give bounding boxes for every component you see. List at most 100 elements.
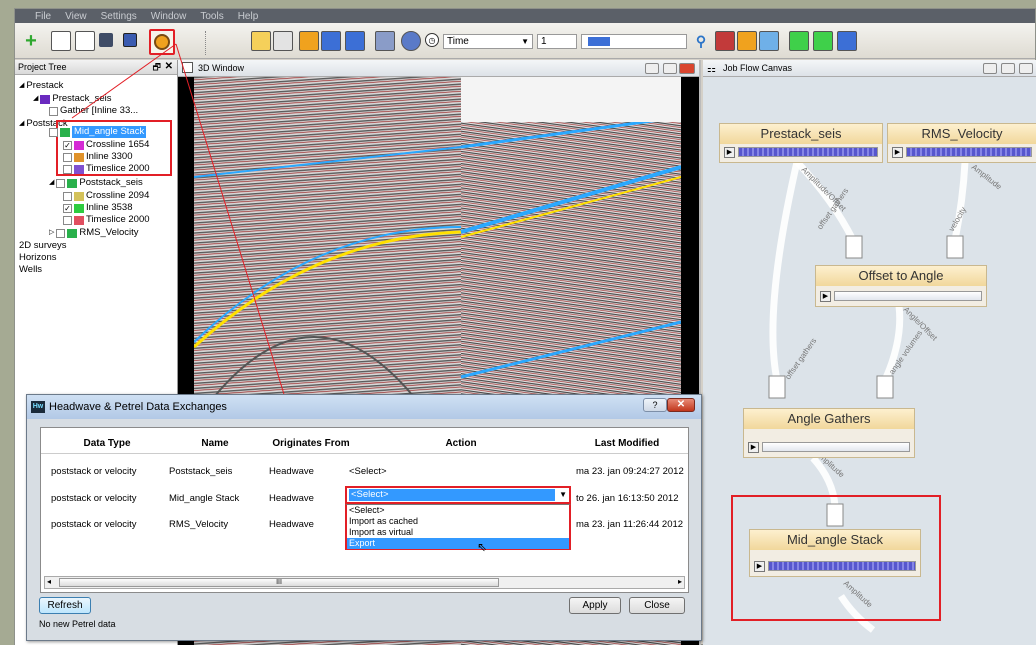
tree-item-gather[interactable]: Gather [Inline 33... [49,105,138,117]
action-select[interactable]: <Select> ▼ [345,486,571,504]
open-file-icon[interactable] [75,31,95,51]
tree-item-crossline-2094[interactable]: Crossline 2094 [63,190,149,202]
close-icon[interactable]: ✕ [667,398,695,412]
checkbox[interactable] [49,106,58,116]
dropdown-option-select[interactable]: <Select> [347,505,569,516]
cell-name: Mid_angle Stack [169,493,240,504]
green-cube-icon[interactable] [789,31,809,51]
job-flow-canvas[interactable]: ⚏ Job Flow Canvas Amplitude/Offset offse… [703,60,1036,645]
tree-item-timeslice-2000[interactable]: Timeslice 2000 [63,163,150,175]
tree-item-prestack-seis[interactable]: ◢ Prestack_seis [33,93,112,105]
dropdown-option-import-cached[interactable]: Import as cached [347,516,569,527]
blue-cube-icon[interactable] [837,31,857,51]
checkbox[interactable] [56,228,66,238]
play-icon[interactable]: ▶ [748,441,759,453]
collapse-icon[interactable]: ▷ [49,227,54,239]
minimize-button[interactable] [645,63,659,74]
timeslice-icon [74,215,84,225]
tree-item-poststack-seis[interactable]: ◢ Poststack_seis [49,177,143,189]
layers-icon[interactable] [345,31,365,51]
colorbar-icon[interactable] [715,31,735,51]
column-header-data-type[interactable]: Data Type [51,438,163,449]
screenshot-icon[interactable] [123,33,137,47]
node-offset-to-angle[interactable]: Offset to Angle ▶ [815,265,987,307]
pattern-icon[interactable] [273,31,293,51]
expand-icon[interactable]: ◢ [33,93,38,105]
slider-thumb[interactable] [588,37,610,46]
close-button[interactable]: Close [629,597,685,614]
node-rms-velocity[interactable]: RMS_Velocity ▶ [887,123,1036,163]
refresh-button[interactable]: Refresh [39,597,91,614]
checkbox[interactable] [63,191,72,201]
expand-icon[interactable]: ◢ [19,118,24,130]
checkbox[interactable] [63,215,72,225]
play-icon[interactable]: ▶ [754,560,765,572]
tree-item-inline-3300[interactable]: Inline 3300 [63,151,132,163]
window-icon [182,62,193,73]
scrollbar-thumb[interactable]: III [59,578,499,587]
menu-tools[interactable]: Tools [200,11,223,22]
add-icon[interactable]: + [21,30,41,52]
column-header-name[interactable]: Name [165,438,265,449]
green-grid-icon[interactable] [813,31,833,51]
checkbox-checked[interactable]: ✓ [63,203,72,213]
checkbox[interactable] [49,127,58,137]
column-header-action[interactable]: Action [341,438,581,449]
scroll-left-icon[interactable]: ◂ [47,577,51,586]
tree-item-mid-angle-stack[interactable]: Mid_angle Stack [49,126,147,138]
tree-item-prestack[interactable]: ◢ Prestack [19,80,63,92]
scroll-right-icon[interactable]: ▸ [678,577,682,586]
apply-button[interactable]: Apply [569,597,621,614]
crossline-icon [74,140,84,150]
checkbox[interactable] [63,164,72,174]
camera-icon[interactable] [375,31,395,51]
cell-action[interactable]: <Select> [349,466,387,477]
petrel-exchange-button[interactable] [149,29,175,55]
tree-item-horizons[interactable]: Horizons [19,252,57,264]
node-prestack-seis[interactable]: Prestack_seis ▶ [719,123,883,163]
expand-icon[interactable]: ◢ [19,80,24,92]
help-button[interactable]: ? [643,398,667,412]
tree-item-rms-velocity[interactable]: ▷ RMS_Velocity [49,227,139,239]
play-icon[interactable]: ▶ [724,146,735,158]
frame-input[interactable]: 1 [537,34,577,49]
play-icon[interactable]: ▶ [892,146,903,158]
grid-icon[interactable] [251,31,271,51]
house-blue-icon[interactable] [759,31,779,51]
zoom-icon[interactable]: ⚲ [691,31,711,51]
checkbox-checked[interactable]: ✓ [63,140,72,150]
dialog-titlebar: Hw Headwave & Petrel Data Exchanges ? ✕ [27,395,701,419]
time-domain-select[interactable]: Time ▼ [443,34,533,49]
menu-window[interactable]: Window [151,11,187,22]
new-file-icon[interactable] [51,31,71,51]
home-view-icon[interactable] [299,31,319,51]
play-icon[interactable]: ▶ [820,290,831,302]
cube-view-icon[interactable] [321,31,341,51]
close-button[interactable] [679,63,695,74]
tree-item-timeslice-2000-b[interactable]: Timeslice 2000 [63,214,150,226]
tree-item-wells[interactable]: Wells [19,264,42,276]
checkbox[interactable] [56,178,66,188]
expand-icon[interactable]: ◢ [49,177,54,189]
menu-view[interactable]: View [65,11,87,22]
tree-item-2d-surveys[interactable]: 2D surveys [19,240,67,252]
house-icon[interactable] [737,31,757,51]
checkbox[interactable] [63,152,72,162]
time-slider[interactable] [581,34,687,49]
save-icon[interactable] [99,33,113,47]
node-mid-angle-stack[interactable]: Mid_angle Stack ▶ [749,529,921,577]
menu-help[interactable]: Help [238,11,259,22]
menu-file[interactable]: File [35,11,51,22]
close-icon[interactable]: ✕ [165,60,173,74]
view-direction-icon[interactable] [401,31,421,51]
dropdown-option-import-virtual[interactable]: Import as virtual [347,527,569,538]
maximize-button[interactable] [663,63,677,74]
column-header-last-modified[interactable]: Last Modified [571,438,683,449]
node-angle-gathers[interactable]: Angle Gathers ▶ [743,408,915,458]
horizontal-scrollbar[interactable]: ◂ III ▸ [44,576,685,589]
pin-icon[interactable]: 🗗 [153,60,161,74]
tree-item-crossline-1654[interactable]: ✓ Crossline 1654 [63,139,149,151]
tree-item-inline-3538[interactable]: ✓ Inline 3538 [63,202,132,214]
dropdown-option-export[interactable]: Export [347,538,569,549]
menu-settings[interactable]: Settings [101,11,137,22]
